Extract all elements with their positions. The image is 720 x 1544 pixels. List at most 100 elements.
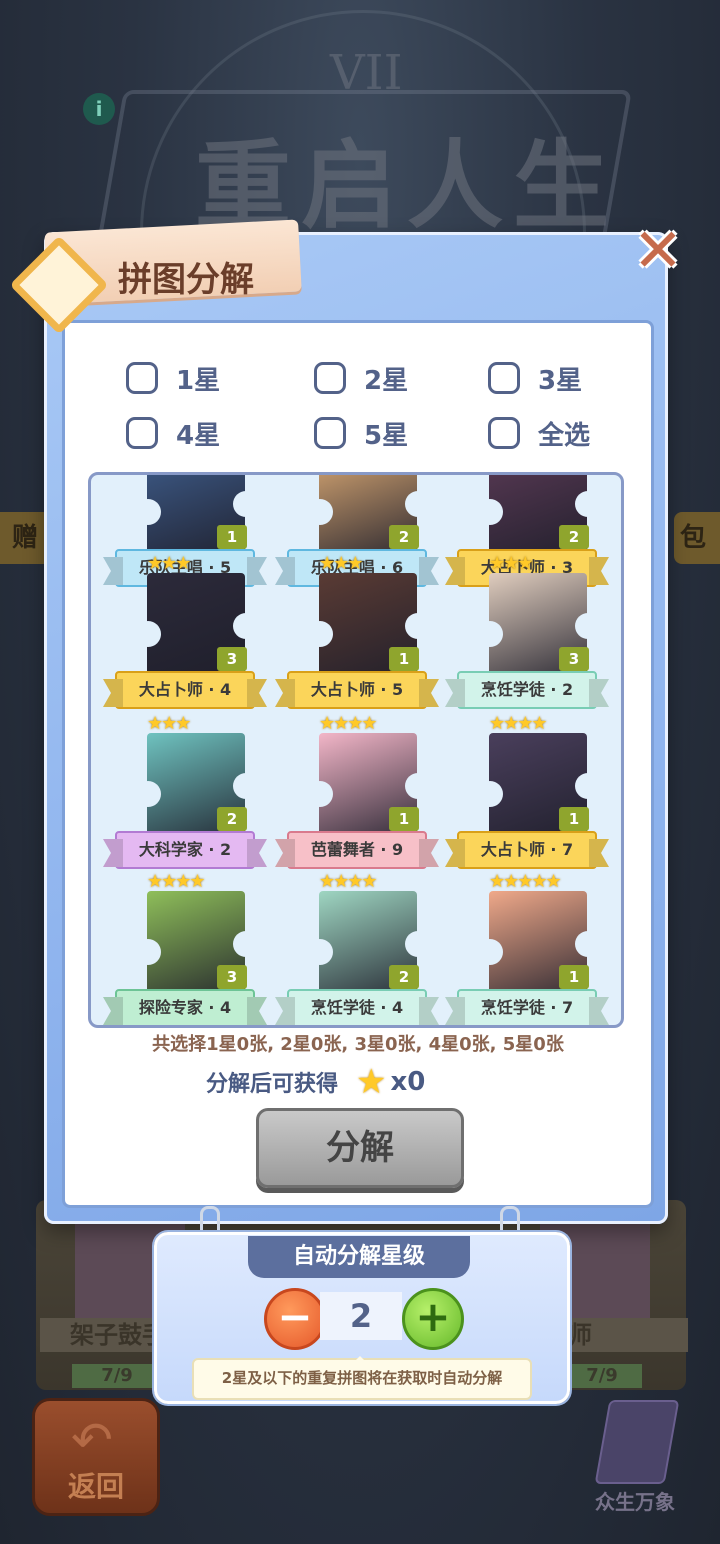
- decrease-level-button[interactable]: −: [264, 1288, 326, 1350]
- puzzle-notch: [307, 781, 333, 807]
- puzzle-notch: [307, 621, 333, 647]
- puzzle-notch: [477, 781, 503, 807]
- puzzle-piece[interactable]: ★★★ 2 大科学家 · 2: [99, 713, 267, 875]
- dialog-title: 拼图分解: [118, 260, 254, 300]
- filter-2-star[interactable]: 2星: [314, 358, 408, 398]
- piece-quantity-badge: 2: [217, 807, 247, 831]
- puzzle-notch: [477, 939, 503, 965]
- minus-icon: −: [277, 1292, 313, 1341]
- piece-name-ribbon: 烹饪学徒 · 7: [457, 989, 597, 1025]
- puzzle-notch: [405, 931, 431, 957]
- filter-1-star[interactable]: 1星: [126, 358, 220, 398]
- piece-quantity-badge: 3: [217, 647, 247, 671]
- rarity-stars: ★★★: [147, 713, 191, 734]
- puzzle-notch: [575, 931, 601, 957]
- reward-count: x0: [390, 1067, 426, 1097]
- puzzle-notch: [233, 931, 259, 957]
- back-button[interactable]: ↶ 返回: [32, 1398, 160, 1516]
- puzzle-notch: [233, 491, 259, 517]
- piece-name-ribbon: 探险专家 · 4: [115, 989, 255, 1025]
- puzzle-notch: [575, 491, 601, 517]
- filter-4-star[interactable]: 4星: [126, 413, 220, 453]
- checkbox[interactable]: [314, 417, 346, 449]
- piece-quantity-badge: 3: [559, 647, 589, 671]
- decompose-button[interactable]: 分解: [256, 1108, 464, 1188]
- puzzle-piece[interactable]: ★★★★ 1 芭蕾舞者 · 9: [271, 713, 439, 875]
- puzzle-piece[interactable]: ★★★ 3 大占卜师 · 4: [99, 553, 267, 715]
- puzzle-notch: [405, 773, 431, 799]
- close-icon: ✕: [632, 216, 684, 286]
- star-filter-row-2: 4星 5星 全选: [126, 413, 606, 453]
- background-card-count-right: 7/9: [562, 1364, 642, 1388]
- piece-name-ribbon: 大占卜师 · 5: [287, 671, 427, 709]
- plus-icon: +: [415, 1292, 451, 1341]
- back-arrow-icon: ↶: [71, 1411, 113, 1469]
- info-icon[interactable]: i: [83, 93, 115, 125]
- filter-label: 5星: [364, 420, 409, 451]
- puzzle-notch: [135, 781, 161, 807]
- checkbox[interactable]: [314, 362, 346, 394]
- filter-label: 2星: [364, 365, 409, 396]
- filter-label: 3星: [538, 365, 583, 396]
- piece-name-ribbon: 烹饪学徒 · 2: [457, 671, 597, 709]
- puzzle-notch: [405, 613, 431, 639]
- checkbox[interactable]: [126, 362, 158, 394]
- rarity-stars: ★★★★★: [489, 871, 562, 892]
- piece-quantity-badge: 3: [217, 965, 247, 989]
- filter-label: 1星: [176, 365, 221, 396]
- rarity-stars: ★★★★: [319, 713, 378, 734]
- piece-quantity-badge: 2: [559, 525, 589, 549]
- puzzle-notch: [405, 491, 431, 517]
- puzzle-piece[interactable]: ★★★ 1 大占卜师 · 5: [271, 553, 439, 715]
- codex-button-label: 众生万象: [595, 1490, 675, 1514]
- checkbox[interactable]: [488, 362, 520, 394]
- filter-select-all[interactable]: 全选: [488, 413, 590, 453]
- piece-quantity-badge: 2: [389, 965, 419, 989]
- checkbox[interactable]: [126, 417, 158, 449]
- reward-row: 分解后可获得 ★ x0: [206, 1062, 426, 1102]
- background-card-label-right: 师: [560, 1318, 688, 1352]
- puzzle-piece[interactable]: ★★★★ 3 探险专家 · 4: [99, 871, 267, 1025]
- puzzle-piece[interactable]: ★★★★ 1 大占卜师 · 7: [441, 713, 609, 875]
- piece-name-ribbon: 烹饪学徒 · 4: [287, 989, 427, 1025]
- star-icon: ★: [356, 1062, 387, 1102]
- piece-name-ribbon: 大占卜师 · 7: [457, 831, 597, 869]
- reward-label: 分解后可获得: [206, 1072, 339, 1097]
- filter-3-star[interactable]: 3星: [488, 358, 582, 398]
- close-button[interactable]: ✕: [632, 221, 684, 281]
- piece-quantity-badge: 1: [559, 807, 589, 831]
- piece-name-ribbon: 芭蕾舞者 · 9: [287, 831, 427, 869]
- star-filter-row-1: 1星 2星 3星: [126, 358, 606, 398]
- rarity-stars: ★★★: [147, 553, 191, 574]
- rarity-stars: ★★★: [319, 553, 363, 574]
- selection-summary: 共选择1星0张, 2星0张, 3星0张, 4星0张, 5星0张: [152, 1034, 564, 1055]
- increase-level-button[interactable]: +: [402, 1288, 464, 1350]
- puzzle-notch: [135, 621, 161, 647]
- filter-label: 全选: [538, 420, 591, 451]
- puzzle-piece[interactable]: ★★★★ 2 烹饪学徒 · 4: [271, 871, 439, 1025]
- puzzle-piece-grid[interactable]: 1 乐队主唱 · 5 2 乐队主唱 · 6 2 大占卜师 · 3 ★★★ 3 大占卜师 · 4 ★…: [88, 472, 624, 1028]
- piece-quantity-badge: 1: [389, 807, 419, 831]
- background-side-tab-right: 包: [674, 512, 720, 564]
- codex-button[interactable]: 众生万象: [580, 1400, 690, 1514]
- piece-quantity-badge: 1: [559, 965, 589, 989]
- puzzle-piece[interactable]: ★★★ 3 烹饪学徒 · 2: [441, 553, 609, 715]
- puzzle-notch: [135, 939, 161, 965]
- piece-quantity-badge: 1: [389, 647, 419, 671]
- filter-5-star[interactable]: 5星: [314, 413, 408, 453]
- piece-quantity-badge: 1: [217, 525, 247, 549]
- piece-name-ribbon: 大占卜师 · 4: [115, 671, 255, 709]
- checkbox[interactable]: [488, 417, 520, 449]
- back-button-label: 返回: [67, 1470, 124, 1503]
- puzzle-notch: [135, 499, 161, 525]
- puzzle-piece[interactable]: ★★★★★ 1 烹饪学徒 · 7: [441, 871, 609, 1025]
- rarity-stars: ★★★★: [147, 871, 206, 892]
- puzzle-notch: [575, 773, 601, 799]
- puzzle-notch: [307, 499, 333, 525]
- puzzle-notch: [233, 613, 259, 639]
- puzzle-notch: [575, 613, 601, 639]
- book-icon: [594, 1400, 680, 1484]
- puzzle-notch: [233, 773, 259, 799]
- puzzle-notch: [307, 939, 333, 965]
- rarity-stars: ★★★: [489, 553, 533, 574]
